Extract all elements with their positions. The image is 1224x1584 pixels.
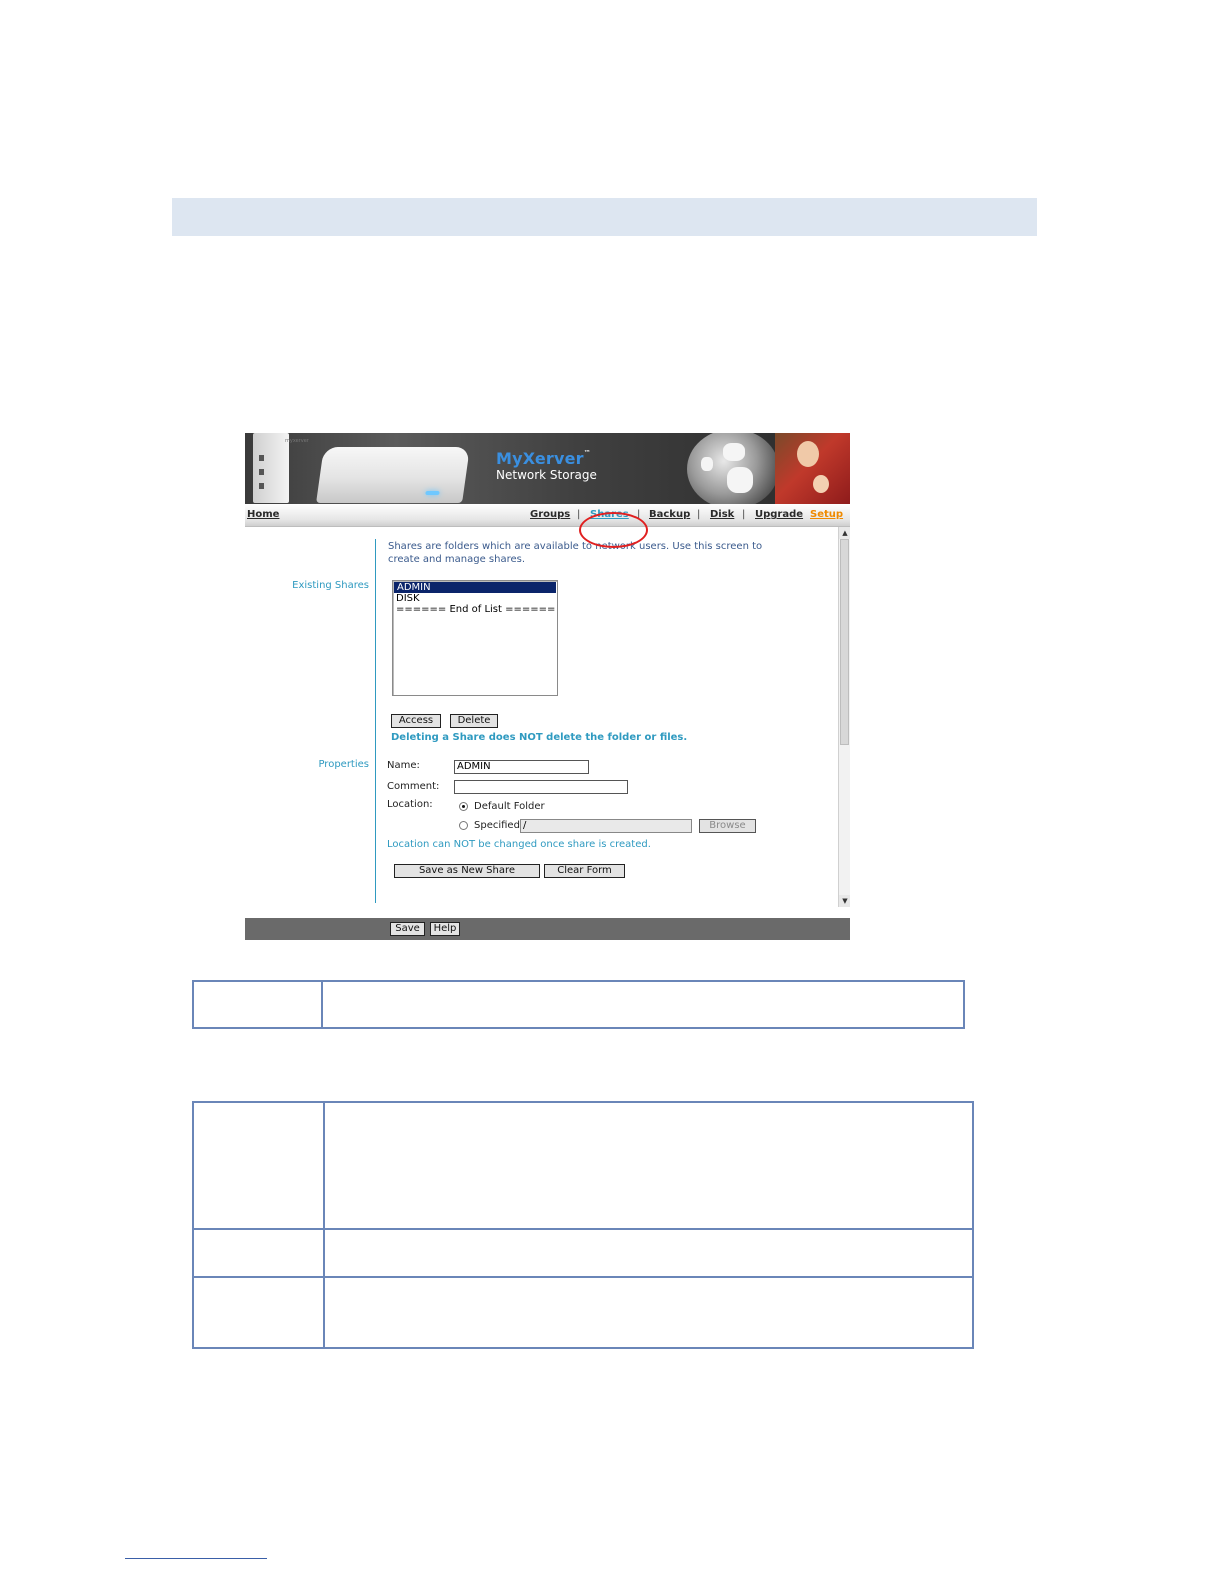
nav-separator: | xyxy=(697,509,701,520)
brand-subtitle: Network Storage xyxy=(496,468,597,482)
location-note: Location can NOT be changed once share i… xyxy=(387,839,651,850)
shares-listbox[interactable]: ADMIN DISK ====== End of List ====== xyxy=(392,580,558,696)
footnote-separator xyxy=(125,1558,267,1559)
shares-panel: Shares are folders which are available t… xyxy=(245,527,850,917)
name-input[interactable]: ADMIN xyxy=(454,760,589,774)
nav-separator: | xyxy=(742,509,746,520)
shares-intro-text: Shares are folders which are available t… xyxy=(388,541,763,565)
specified-radio[interactable] xyxy=(459,821,468,830)
default-folder-radio[interactable] xyxy=(459,802,468,811)
nav-setup[interactable]: Setup xyxy=(810,509,843,520)
nav-home[interactable]: Home xyxy=(247,509,279,520)
doc-table-2 xyxy=(192,1101,974,1349)
nav-groups[interactable]: Groups xyxy=(530,509,570,520)
list-item[interactable]: ADMIN xyxy=(394,582,556,593)
footer-bar: Save Help xyxy=(245,918,850,940)
existing-shares-label: Existing Shares xyxy=(292,580,369,591)
nav-bar: Home Groups | Shares | Backup | Disk | U… xyxy=(245,504,850,527)
access-button[interactable]: Access xyxy=(391,714,441,728)
doc-table-1 xyxy=(192,980,965,1029)
scroll-up-icon[interactable]: ▲ xyxy=(839,527,850,539)
clear-form-button[interactable]: Clear Form xyxy=(544,864,625,878)
specified-path-input[interactable]: / xyxy=(520,819,692,833)
section-divider xyxy=(375,539,376,903)
myxerver-screenshot: myxerver MyXerver™ Network Storage Home … xyxy=(245,433,850,940)
nav-separator: | xyxy=(577,509,581,520)
device-image xyxy=(316,447,470,503)
nav-upgrade[interactable]: Upgrade xyxy=(755,509,803,520)
scroll-thumb[interactable] xyxy=(840,539,849,745)
content-scrollbar[interactable]: ▲ ▼ xyxy=(838,527,850,907)
name-label: Name: xyxy=(387,760,420,771)
specified-label: Specified xyxy=(474,820,520,831)
save-button[interactable]: Save xyxy=(390,922,425,936)
device-label: myxerver xyxy=(285,438,309,444)
header-banner: myxerver MyXerver™ Network Storage xyxy=(245,433,850,504)
device-side-image xyxy=(253,433,289,503)
family-photo xyxy=(775,433,850,504)
comment-input[interactable] xyxy=(454,780,628,794)
delete-note: Deleting a Share does NOT delete the fol… xyxy=(391,732,688,743)
nav-backup[interactable]: Backup xyxy=(649,509,690,520)
list-item[interactable]: ====== End of List ====== xyxy=(393,604,557,615)
browse-button[interactable]: Browse xyxy=(699,819,756,833)
properties-label: Properties xyxy=(318,759,369,770)
comment-label: Comment: xyxy=(387,781,440,792)
globe-image xyxy=(687,433,779,504)
list-item[interactable]: DISK xyxy=(393,593,557,604)
save-as-new-share-button[interactable]: Save as New Share xyxy=(394,864,540,878)
nav-disk[interactable]: Disk xyxy=(710,509,734,520)
shares-highlight-circle xyxy=(579,512,648,548)
default-folder-label: Default Folder xyxy=(474,801,545,812)
location-label: Location: xyxy=(387,799,433,810)
scroll-down-icon[interactable]: ▼ xyxy=(839,895,850,907)
section-heading-band xyxy=(172,198,1037,236)
help-button[interactable]: Help xyxy=(430,922,460,936)
delete-button[interactable]: Delete xyxy=(450,714,498,728)
brand-logo: MyXerver™ xyxy=(496,449,591,468)
